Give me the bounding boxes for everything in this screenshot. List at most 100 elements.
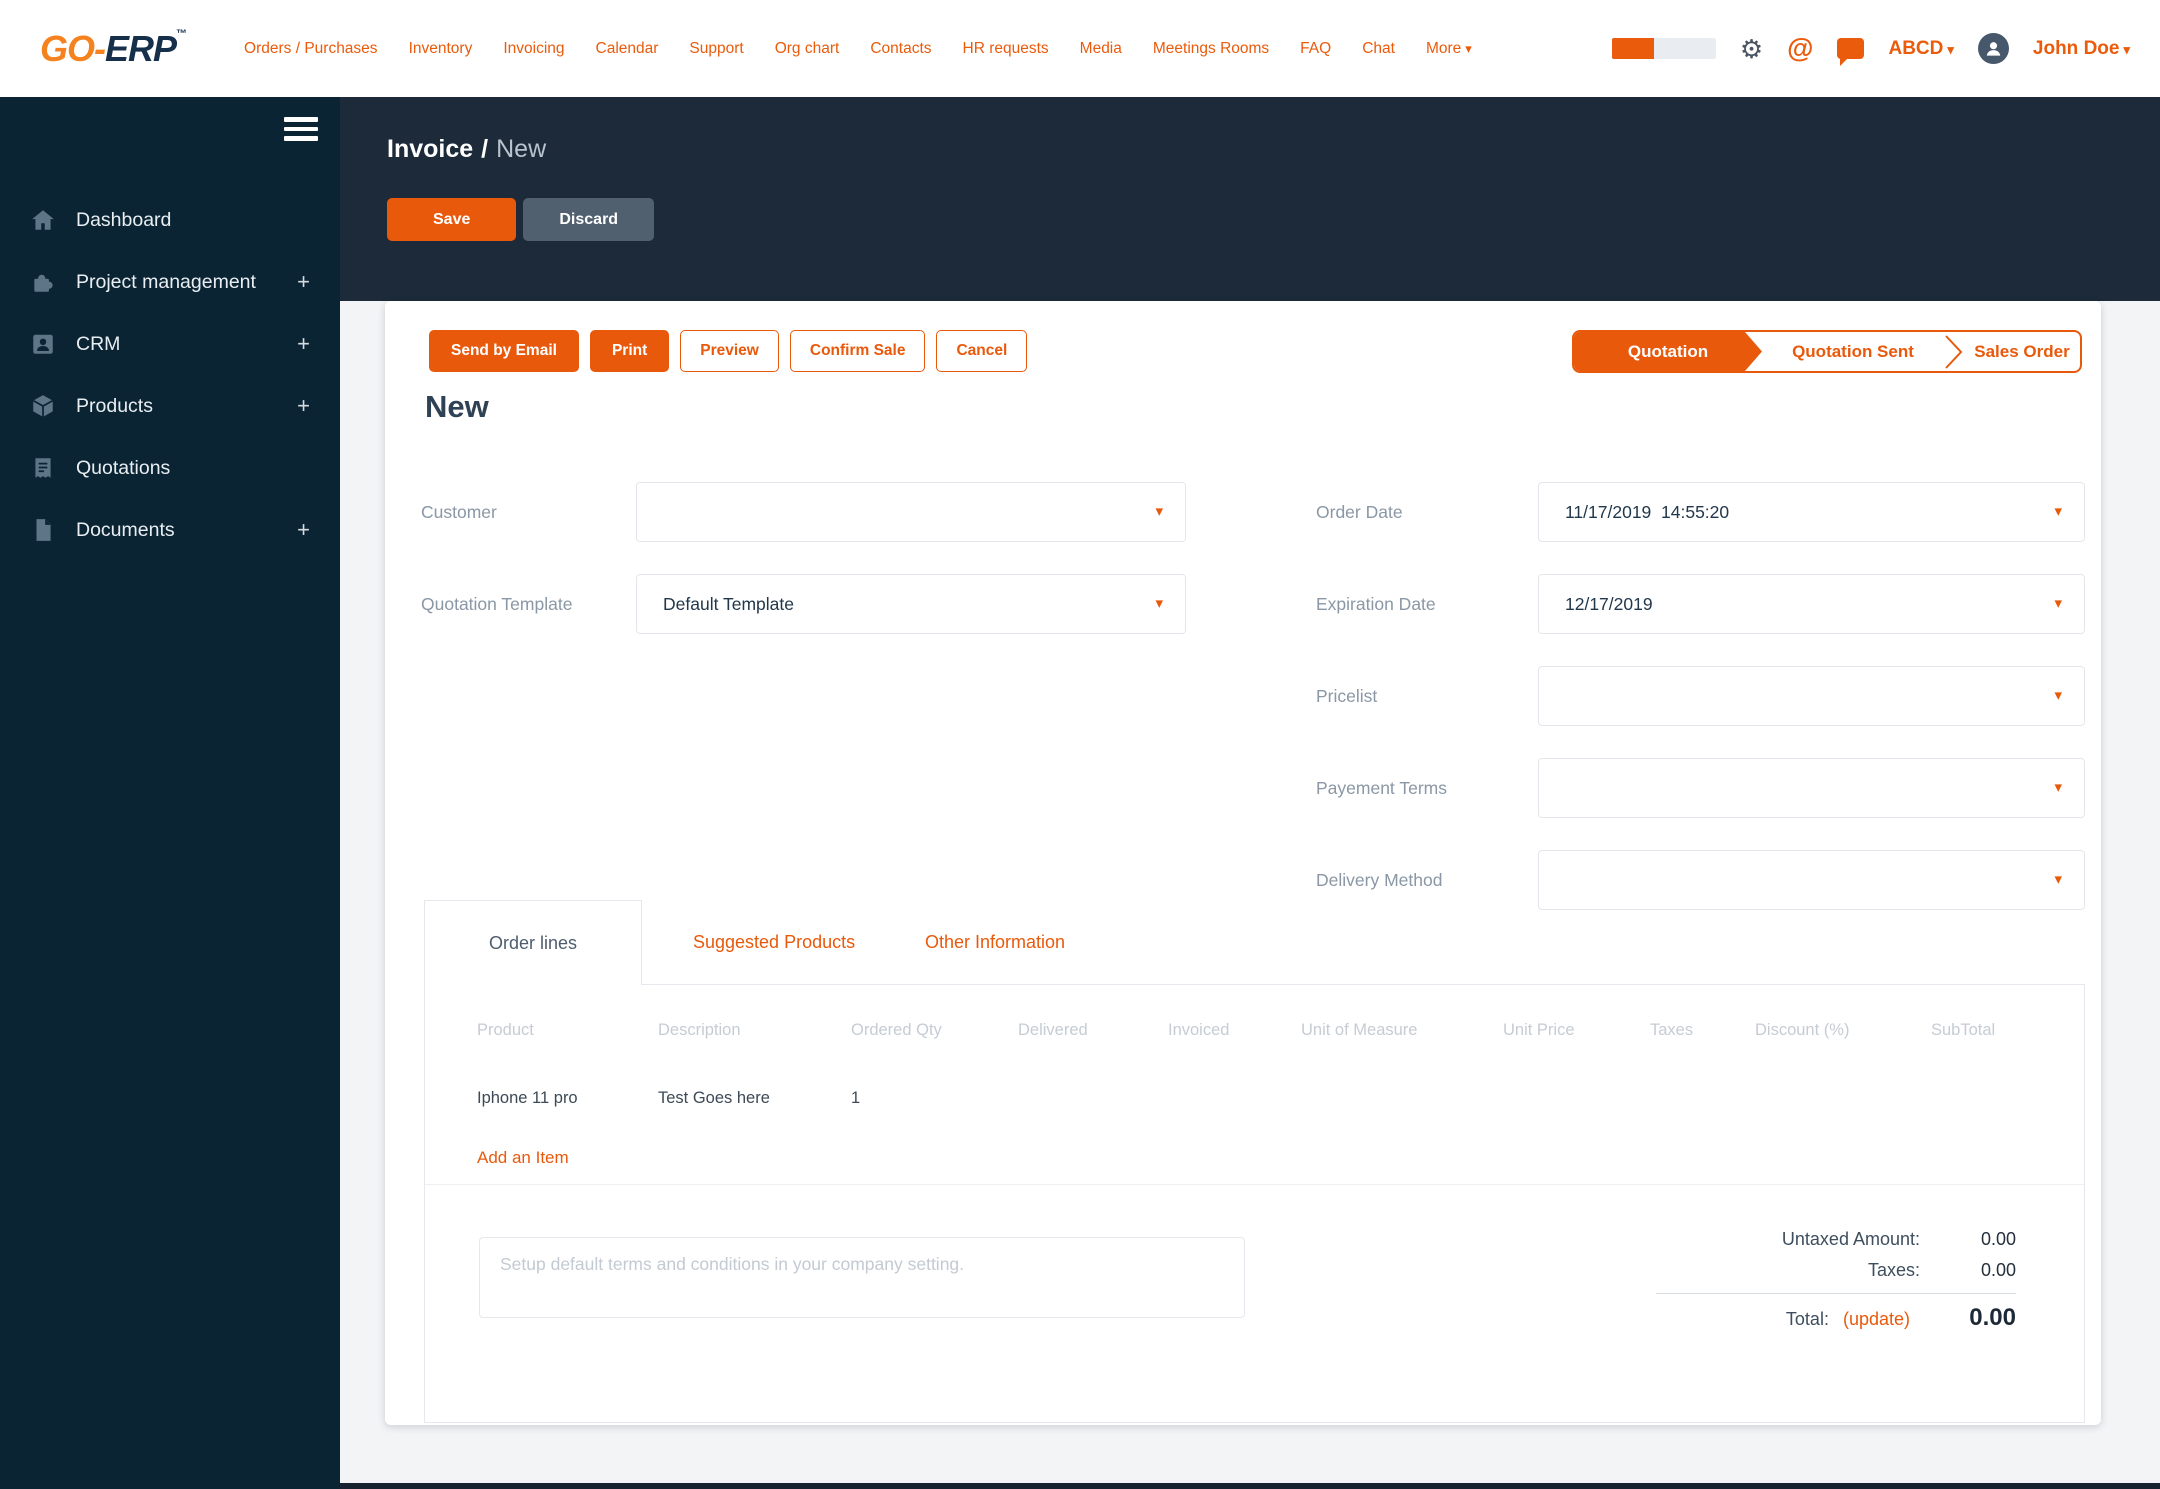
tab-order-lines[interactable]: Order lines (424, 900, 642, 985)
nav-more[interactable]: More ▾ (1426, 40, 1472, 58)
total-row: Total: (update) 0.00 (1656, 1304, 2016, 1332)
totals-divider (1656, 1293, 2016, 1294)
pricelist-label: Pricelist (1316, 686, 1378, 706)
untaxed-amount-value: 0.00 (1980, 1229, 2016, 1249)
dropdown-caret-icon: ▾ (1155, 503, 1163, 520)
terms-conditions-input[interactable] (479, 1237, 1245, 1318)
form-action-buttons: Send by Email Print Preview Confirm Sale… (429, 330, 1028, 372)
discard-button[interactable]: Discard (523, 198, 655, 241)
hamburger-menu-icon[interactable] (284, 117, 318, 146)
nav-orders-purchases[interactable]: Orders / Purchases (244, 40, 378, 58)
expand-plus: + (297, 517, 310, 542)
breadcrumb: Invoice / New (387, 135, 546, 164)
cell-invoiced (1168, 1089, 1301, 1108)
expand-plus: + (297, 393, 310, 418)
user-name: John Doe (2032, 37, 2120, 59)
customer-select[interactable]: ▾ (636, 482, 1186, 542)
stage-quotation-sent[interactable]: Quotation Sent (1762, 332, 1944, 371)
order-date-label: Order Date (1316, 502, 1403, 522)
pricelist-select[interactable]: ▾ (1538, 666, 2085, 726)
col-description: Description (658, 1021, 741, 1039)
cell-product[interactable]: Iphone 11 pro (477, 1089, 658, 1108)
nav-org-chart[interactable]: Org chart (775, 40, 840, 58)
update-total-link[interactable]: (update) (1843, 1309, 1910, 1330)
sidebar-item-label: Products (76, 394, 153, 417)
sidebar-item-label: Quotations (76, 456, 171, 479)
cancel-button[interactable]: Cancel (936, 330, 1028, 372)
nav-calendar[interactable]: Calendar (596, 40, 659, 58)
document-icon (36, 519, 51, 541)
sidebar-item-dashboard[interactable]: Dashboard (0, 189, 340, 251)
sidebar-menu: Dashboard Project management + CRM + Pro… (0, 189, 340, 561)
tab-other-information[interactable]: Other Information (925, 900, 1065, 984)
expiration-date-label: Expiration Date (1316, 594, 1436, 614)
nav-chat[interactable]: Chat (1362, 40, 1395, 58)
avatar[interactable] (1977, 33, 2009, 64)
stage-chevron-icon (1944, 332, 1964, 371)
chevron-down-icon: ▾ (2123, 41, 2130, 57)
payment-terms-label: Payement Terms (1316, 778, 1447, 798)
quotation-form-card: Send by Email Print Preview Confirm Sale… (385, 301, 2101, 1425)
sidebar: Dashboard Project management + CRM + Pro… (0, 97, 340, 1489)
user-menu[interactable]: John Doe ▾ (2033, 38, 2130, 60)
col-invoiced: Invoiced (1168, 1021, 1230, 1039)
nav-support[interactable]: Support (689, 40, 743, 58)
table-row[interactable]: Iphone 11 pro Test Goes here 1 (477, 1089, 2066, 1108)
total-label: Total: (1785, 1309, 1829, 1329)
delivery-method-select[interactable]: ▾ (1538, 850, 2085, 910)
chat-bubble-icon[interactable] (1837, 38, 1865, 66)
payment-terms-select[interactable]: ▾ (1538, 758, 2085, 818)
add-an-item-link[interactable]: Add an Item (477, 1148, 569, 1168)
sidebar-item-documents[interactable]: Documents + (0, 499, 340, 561)
nav-contacts[interactable]: Contacts (870, 40, 931, 58)
chevron-down-icon: ▾ (1947, 41, 1954, 57)
person-icon (1986, 42, 2001, 56)
breadcrumb-root[interactable]: Invoice (387, 135, 473, 163)
dropdown-caret-icon: ▾ (2054, 687, 2062, 704)
nav-inventory[interactable]: Inventory (409, 40, 473, 58)
col-ordered-qty: Ordered Qty (851, 1021, 942, 1039)
sidebar-item-label: Dashboard (76, 208, 172, 231)
cell-unit-price (1503, 1089, 1650, 1108)
expiration-date-select[interactable]: 12/17/2019 ▾ (1538, 574, 2085, 634)
col-subtotal: SubTotal (1931, 1021, 1996, 1039)
top-nav-right-cluster: ⚙ @ ABCD ▾ John Doe ▾ (1611, 33, 2130, 66)
nav-faq[interactable]: FAQ (1300, 40, 1331, 58)
sidebar-item-products[interactable]: Products + (0, 375, 340, 437)
footer-strip (340, 1483, 2160, 1489)
save-button[interactable]: Save (387, 198, 517, 241)
company-selector[interactable]: ABCD ▾ (1888, 38, 1953, 60)
sidebar-item-project-management[interactable]: Project management + (0, 251, 340, 313)
cell-unit-of-measure (1301, 1089, 1503, 1108)
preview-button[interactable]: Preview (680, 330, 779, 372)
sidebar-item-crm[interactable]: CRM + (0, 313, 340, 375)
quotation-template-label: Quotation Template (421, 594, 573, 614)
cell-taxes (1650, 1089, 1755, 1108)
col-taxes: Taxes (1650, 1021, 1694, 1039)
expand-plus: + (297, 331, 310, 356)
untaxed-row: Untaxed Amount: 0.00 (1656, 1229, 2016, 1250)
cell-description[interactable]: Test Goes here (658, 1089, 851, 1108)
quotation-template-select[interactable]: Default Template ▾ (636, 574, 1186, 634)
stage-sales-order[interactable]: Sales Order (1964, 332, 2080, 371)
nav-meetings-rooms[interactable]: Meetings Rooms (1153, 40, 1269, 58)
table-divider (425, 1184, 2084, 1185)
sidebar-item-quotations[interactable]: Quotations (0, 437, 340, 499)
send-by-email-button[interactable]: Send by Email (429, 330, 579, 372)
app-logo: GO-ERP™ (40, 28, 187, 70)
order-date-select[interactable]: 11/17/2019 14:55:20 ▾ (1538, 482, 2085, 542)
nav-invoicing[interactable]: Invoicing (503, 40, 564, 58)
cell-ordered-qty[interactable]: 1 (851, 1089, 1018, 1108)
mentions-icon[interactable]: @ (1787, 33, 1813, 64)
gear-icon[interactable]: ⚙ (1740, 36, 1763, 62)
print-button[interactable]: Print (589, 330, 670, 372)
tab-suggested-products[interactable]: Suggested Products (693, 900, 855, 984)
sidebar-item-label: Documents (76, 518, 175, 541)
record-title: New (425, 389, 489, 424)
stage-quotation[interactable]: Quotation (1574, 332, 1762, 371)
nav-media[interactable]: Media (1080, 40, 1122, 58)
nav-hr-requests[interactable]: HR requests (963, 40, 1049, 58)
taxes-label: Taxes: (1867, 1260, 1920, 1280)
taxes-row: Taxes: 0.00 (1656, 1260, 2016, 1281)
confirm-sale-button[interactable]: Confirm Sale (789, 330, 926, 372)
